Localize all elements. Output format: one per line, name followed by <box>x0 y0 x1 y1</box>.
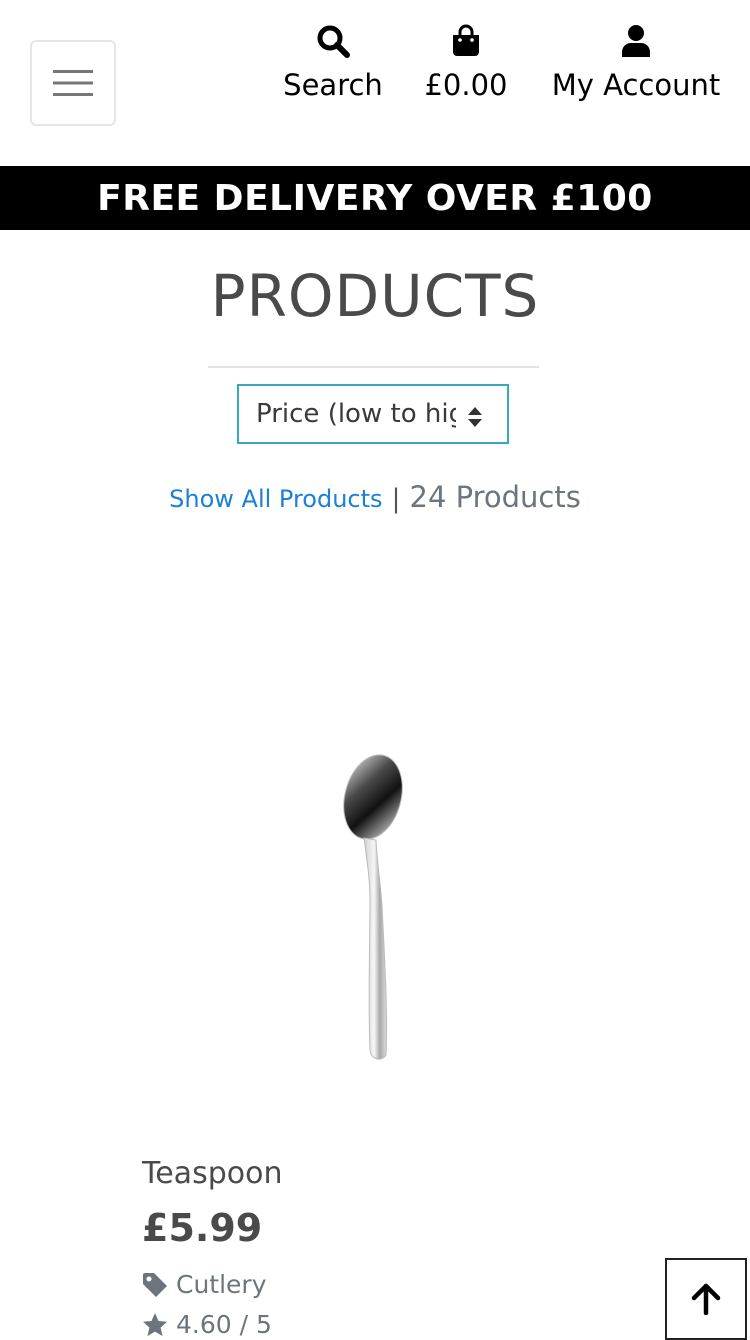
tag-icon <box>143 1272 167 1297</box>
site-header: Search £0.00 My Account <box>0 0 750 166</box>
nav-bag-link[interactable]: £0.00 <box>414 24 518 102</box>
product-rating-label: 4.60 / 5 <box>176 1310 272 1339</box>
product-name[interactable]: Teaspoon <box>142 1156 282 1191</box>
product-category-label: Cutlery <box>176 1270 267 1299</box>
count-separator: | <box>391 484 401 514</box>
product-price: £5.99 <box>142 1206 263 1250</box>
menu-toggle-button[interactable] <box>30 40 116 126</box>
search-label: Search <box>283 68 383 102</box>
page-title: PRODUCTS <box>210 262 540 330</box>
account-label: My Account <box>551 68 721 102</box>
sort-arrows-icon <box>468 407 482 427</box>
product-rating: 4.60 / 5 <box>142 1310 272 1339</box>
delivery-banner-text: FREE DELIVERY OVER £100 <box>97 177 653 219</box>
title-divider <box>208 366 539 368</box>
show-all-products-link[interactable]: Show All Products <box>169 485 382 513</box>
arrow-up-icon <box>691 1283 721 1315</box>
product-image[interactable] <box>320 740 430 1070</box>
product-count: 24 Products <box>409 480 581 514</box>
delivery-banner: FREE DELIVERY OVER £100 <box>0 166 750 230</box>
bag-total: £0.00 <box>424 68 508 102</box>
product-count-line: Show All Products | 24 Products <box>0 480 750 514</box>
sort-selected-value: Price (low to high) <box>256 399 456 429</box>
nav-search-link[interactable]: Search <box>272 24 394 102</box>
shopping-bag-icon <box>453 24 479 56</box>
sort-select[interactable]: Price (low to high) <box>237 384 509 444</box>
user-icon <box>622 25 650 57</box>
hamburger-icon <box>53 70 93 96</box>
search-icon <box>317 25 350 58</box>
product-category[interactable]: Cutlery <box>142 1270 267 1299</box>
back-to-top-button[interactable] <box>665 1258 747 1340</box>
nav-account-link[interactable]: My Account <box>538 24 734 102</box>
